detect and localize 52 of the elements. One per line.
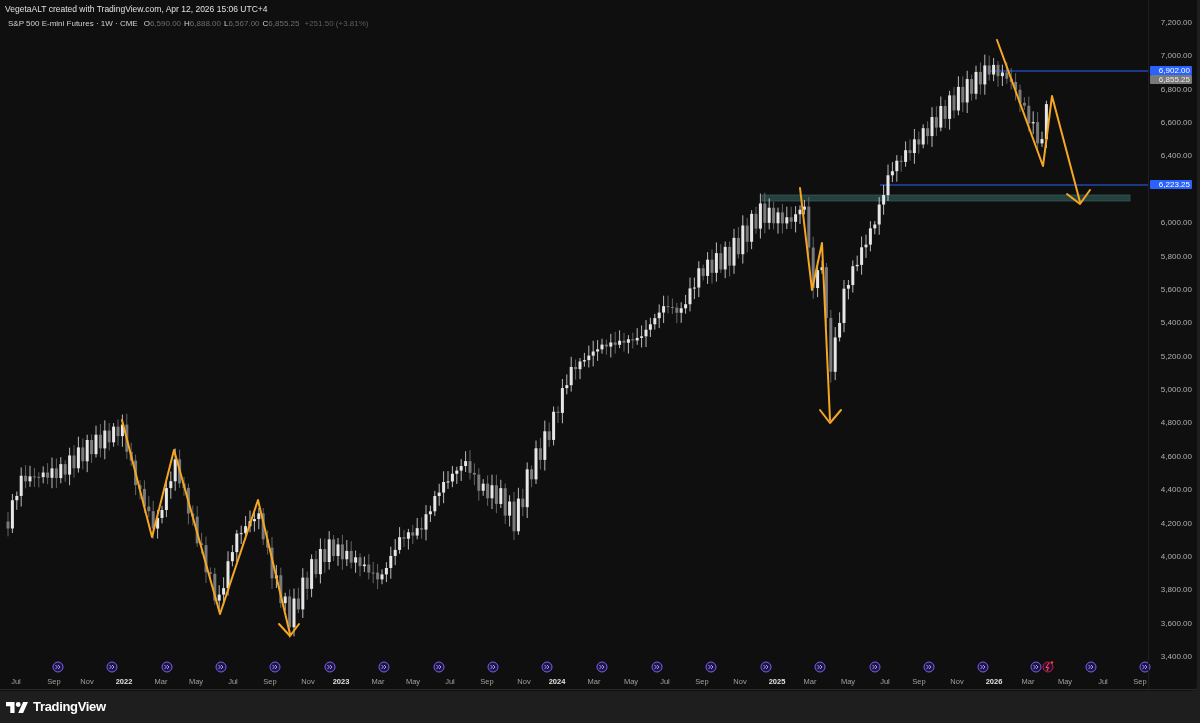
event-icon[interactable] <box>487 661 499 673</box>
price-label: 6,902.00 <box>1150 66 1192 75</box>
event-icon[interactable] <box>814 661 826 673</box>
symbol-title: S&P 500 E-mini Futures · 1W · CME <box>8 18 138 30</box>
price-tick: 5,000.00 <box>1159 385 1192 396</box>
event-icon[interactable] <box>324 661 336 673</box>
event-icon[interactable] <box>977 661 989 673</box>
price-label: 6,223.25 <box>1150 180 1192 189</box>
price-tick: 5,600.00 <box>1159 284 1192 295</box>
event-icon[interactable] <box>596 661 608 673</box>
event-icon[interactable] <box>705 661 717 673</box>
price-tick: 6,600.00 <box>1159 118 1192 129</box>
event-icon[interactable] <box>433 661 445 673</box>
event-icon[interactable] <box>651 661 663 673</box>
attribution-text: VegetaALT created with TradingView.com, Apr 12, 2026 15:06 UTC+4 <box>5 3 268 16</box>
event-icon[interactable] <box>378 661 390 673</box>
price-tick: 4,800.00 <box>1159 418 1192 429</box>
price-tick: 6,800.00 <box>1159 84 1192 95</box>
price-tick: 3,800.00 <box>1159 585 1192 596</box>
brand-name: TradingView <box>33 698 106 717</box>
lightning-icon[interactable] <box>1042 661 1054 673</box>
ohlc-value: L6,567.00 <box>223 18 260 30</box>
event-icon[interactable] <box>269 661 281 673</box>
price-tick: 7,000.00 <box>1159 51 1192 62</box>
event-icon[interactable] <box>106 661 118 673</box>
price-tick: 4,200.00 <box>1159 518 1192 529</box>
event-icon[interactable] <box>161 661 173 673</box>
ohlc-value: H6,888.00 <box>184 18 221 30</box>
event-icon[interactable] <box>1085 661 1097 673</box>
price-tick: 4,400.00 <box>1159 485 1192 496</box>
price-tick: 5,200.00 <box>1159 351 1192 362</box>
price-tick: 3,400.00 <box>1159 652 1192 662</box>
price-tick: 5,400.00 <box>1159 318 1192 329</box>
event-icon[interactable] <box>923 661 935 673</box>
price-tick: 4,000.00 <box>1159 551 1192 562</box>
price-tick: 7,200.00 <box>1159 18 1192 28</box>
price-label: 6,855.25 <box>1150 74 1192 84</box>
event-icon[interactable] <box>215 661 227 673</box>
event-icon[interactable] <box>541 661 553 673</box>
event-icon[interactable] <box>760 661 772 673</box>
price-tick: 4,600.00 <box>1159 451 1192 462</box>
ohlc-value: O6,590.00 <box>143 18 182 30</box>
event-icon[interactable] <box>1030 661 1042 673</box>
event-icon[interactable] <box>52 661 64 673</box>
price-tick: 3,600.00 <box>1159 618 1192 629</box>
event-icon[interactable] <box>869 661 881 673</box>
logo-icon <box>6 701 28 713</box>
change-value: +251.50 (+3.81%) <box>304 18 369 30</box>
price-tick: 6,000.00 <box>1159 218 1192 229</box>
price-tick: 6,400.00 <box>1159 151 1192 162</box>
price-tick: 5,800.00 <box>1159 251 1192 262</box>
ohlc-value: C6,855.25 <box>262 18 300 30</box>
